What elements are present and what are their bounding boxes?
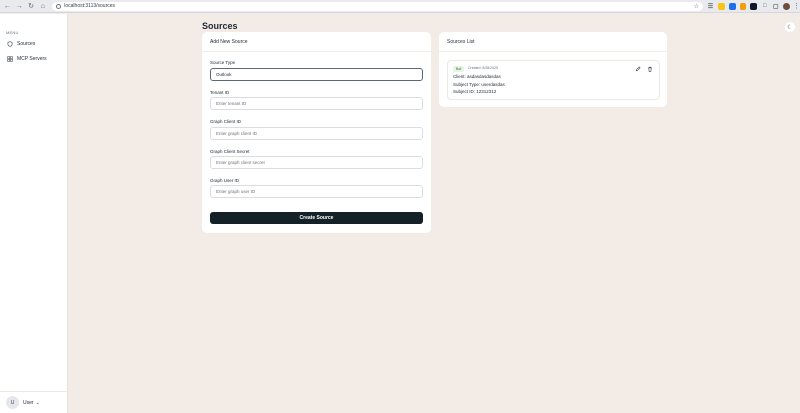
source-client: Client: asdasdasdasdas bbox=[453, 74, 501, 79]
sidebar-item-label: MCP Servers bbox=[17, 56, 47, 62]
card-title: Sources List bbox=[447, 39, 475, 45]
source-type-select[interactable] bbox=[210, 68, 423, 81]
tenant-id-label: Tenant ID bbox=[210, 90, 230, 95]
extension-dark-icon[interactable] bbox=[750, 2, 758, 10]
divider bbox=[202, 51, 431, 52]
graph-client-secret-input[interactable] bbox=[210, 156, 423, 169]
add-source-card: Add New Source Source Type Tenant ID Gra… bbox=[202, 32, 431, 233]
menu-label: MENU bbox=[6, 30, 19, 35]
arrow-left-icon[interactable]: ← bbox=[2, 1, 13, 12]
user-menu[interactable]: U User ⌄ bbox=[0, 391, 67, 413]
extension-blue-icon[interactable] bbox=[728, 2, 736, 10]
chevron-down-icon[interactable]: ⌄ bbox=[36, 400, 40, 406]
list-item: Bot Created: 8/28/2025 Client: asdasdasd… bbox=[447, 60, 660, 100]
card-title: Add New Source bbox=[210, 39, 248, 45]
arrow-right-icon[interactable]: → bbox=[14, 1, 25, 12]
source-subject-type: Subject Type: userdasdas bbox=[453, 82, 505, 87]
url-text: localhost:3113/sources bbox=[64, 3, 116, 9]
star-icon[interactable]: ☆ bbox=[694, 3, 699, 10]
graph-client-id-label: Graph Client ID bbox=[210, 119, 242, 124]
more-vert-icon[interactable]: ⋮ bbox=[793, 2, 800, 10]
source-subject-id: Subject ID: 12312312 bbox=[453, 89, 497, 94]
graph-user-id-input[interactable] bbox=[210, 185, 423, 198]
shield-icon bbox=[7, 41, 13, 47]
reload-icon[interactable]: ↻ bbox=[26, 1, 37, 12]
home-icon[interactable]: ⌂ bbox=[37, 1, 48, 12]
extension-orange-icon[interactable] bbox=[739, 2, 747, 10]
site-info-icon[interactable] bbox=[56, 3, 62, 9]
sidebar-item-mcp-servers[interactable]: MCP Servers bbox=[7, 56, 47, 62]
sidepanel-icon[interactable]: ▢ bbox=[772, 3, 779, 10]
sidebar: MENU Sources MCP Servers U User ⌄ bbox=[0, 14, 68, 413]
extension-yellow-icon[interactable] bbox=[717, 2, 725, 10]
sources-list-card: Sources List Bot Created: 8/28/2025 Clie… bbox=[439, 32, 667, 107]
avatar[interactable]: U bbox=[6, 396, 19, 409]
address-bar[interactable]: localhost:3113/sources ☆ bbox=[52, 1, 703, 11]
tenant-id-input[interactable] bbox=[210, 97, 423, 110]
pencil-icon bbox=[635, 66, 641, 72]
create-source-button[interactable]: Create Source bbox=[210, 212, 423, 224]
extensions-puzzle-icon[interactable]: □ bbox=[761, 3, 768, 10]
browser-toolbar: ← → ↻ ⌂ localhost:3113/sources ☆ ☰ □ ▢ ⋮ bbox=[0, 0, 800, 13]
page-title: Sources bbox=[202, 21, 238, 31]
graph-user-id-label: Graph User ID bbox=[210, 178, 240, 183]
translate-icon[interactable]: ☰ bbox=[707, 3, 714, 10]
source-type-label: Source Type bbox=[210, 60, 236, 65]
sidebar-item-label: Sources bbox=[17, 41, 36, 47]
edit-icon[interactable] bbox=[635, 66, 641, 72]
delete-icon[interactable] bbox=[647, 66, 653, 72]
status-badge: Bot bbox=[453, 66, 465, 72]
profile-avatar[interactable] bbox=[783, 2, 790, 10]
divider bbox=[439, 51, 667, 52]
sidebar-item-sources[interactable]: Sources bbox=[7, 41, 35, 47]
theme-toggle-moon-icon[interactable]: ☾ bbox=[785, 22, 795, 32]
trash-icon bbox=[648, 66, 652, 72]
created-date: Created: 8/28/2025 bbox=[468, 66, 498, 70]
user-name: User bbox=[23, 399, 34, 406]
graph-client-secret-label: Graph Client Secret bbox=[210, 149, 250, 154]
graph-client-id-input[interactable] bbox=[210, 127, 423, 140]
grid-icon bbox=[7, 56, 13, 62]
